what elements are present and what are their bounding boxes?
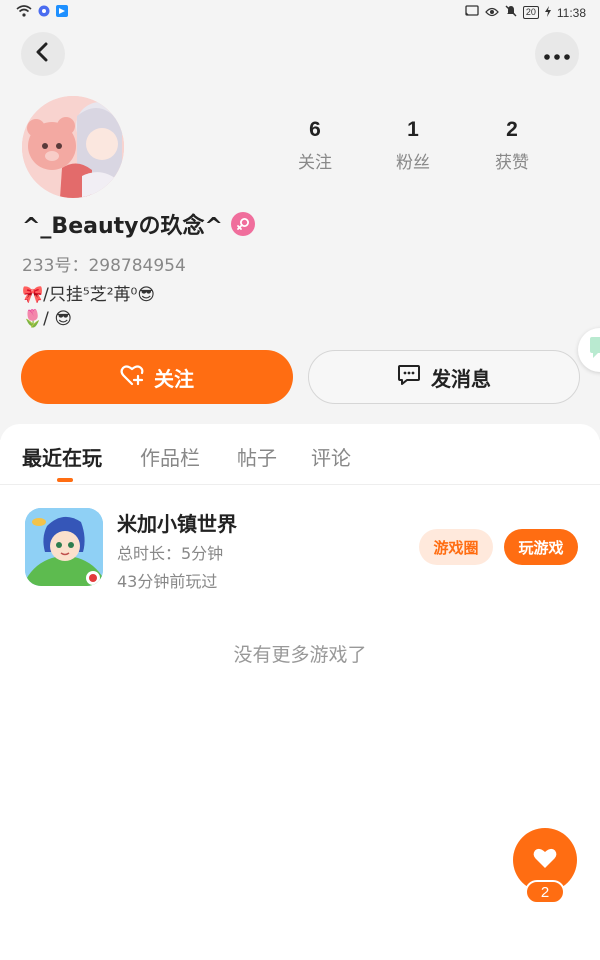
game-duration: 总时长：5分钟: [117, 544, 224, 563]
tab-works[interactable]: 作品栏: [140, 442, 200, 471]
stat-following[interactable]: 6 关注: [275, 118, 355, 173]
profile-name-row: ^_Beautyの玖念^: [22, 208, 255, 240]
female-gender-icon: [230, 212, 255, 236]
tab-bar: 最近在玩 作品栏 帖子 评论: [0, 424, 600, 485]
chat-icon: [587, 336, 600, 364]
bio-line-1: 🎀/只挂⁵芝²苒⁰😎: [22, 283, 155, 307]
follow-label: 关注: [154, 366, 194, 391]
tulip-emoji: 🌷: [22, 309, 44, 329]
tab-posts[interactable]: 帖子: [237, 442, 277, 471]
status-time: 11:38: [556, 5, 586, 20]
bio-line-2: 🌷/ 😎: [22, 307, 155, 331]
stat-fans[interactable]: 1 粉丝: [373, 118, 453, 173]
game-title[interactable]: 米加小镇世界: [117, 508, 237, 537]
content-sheet: 最近在玩 作品栏 帖子 评论 米加小镇世界 总时长：5分钟 43分钟前玩过 游戏…: [0, 424, 600, 960]
avatar[interactable]: [22, 96, 124, 198]
game-last-played: 43分钟前玩过: [117, 572, 218, 591]
heart-icon: [532, 846, 558, 874]
more-button[interactable]: [535, 32, 579, 76]
stat-following-count: 6: [309, 118, 321, 141]
wifi-icon: [16, 5, 32, 20]
no-more-games-text: 没有更多游戏了: [233, 644, 367, 666]
stat-likes-label: 获赞: [495, 153, 529, 173]
game-icon[interactable]: [25, 508, 103, 586]
cool-emoji-2: 😎: [54, 309, 73, 329]
stat-likes-count: 2: [506, 118, 518, 141]
bio-text-1: /只挂⁵芝²苒⁰: [43, 285, 138, 305]
ribbon-emoji: 🎀: [22, 285, 44, 305]
app-notification-icon-2: [56, 5, 68, 20]
bio-text-2: /: [43, 309, 49, 329]
message-button[interactable]: 发消息: [308, 350, 580, 404]
tab-comments[interactable]: 评论: [311, 442, 351, 471]
stat-fans-count: 1: [407, 118, 419, 141]
stat-following-label: 关注: [298, 153, 332, 173]
status-bar: 20 11:38: [0, 0, 600, 26]
tab-recently-played[interactable]: 最近在玩: [22, 442, 102, 471]
stat-likes[interactable]: 2 获赞: [472, 118, 552, 173]
active-tab-indicator: [57, 478, 73, 482]
profile-id: 233号：298784954: [22, 256, 186, 276]
play-game-button[interactable]: 玩游戏: [504, 529, 578, 565]
app-notification-icon: [38, 5, 50, 20]
profile-name: ^_Beautyの玖念^: [22, 214, 223, 239]
eye-icon: [484, 6, 499, 20]
charging-icon: [544, 5, 551, 20]
heart-plus-icon: [120, 364, 144, 391]
message-label: 发消息: [431, 366, 491, 391]
battery-indicator: 20: [522, 6, 539, 19]
stat-fans-label: 粉丝: [396, 153, 430, 173]
cast-icon: [465, 5, 479, 20]
chat-bubble-icon: [397, 364, 421, 391]
follow-button[interactable]: 关注: [21, 350, 293, 404]
game-circle-button[interactable]: 游戏圈: [419, 529, 493, 565]
cool-emoji: 😎: [137, 285, 156, 305]
back-arrow-icon: [35, 42, 51, 66]
profile-bio: 🎀/只挂⁵芝²苒⁰😎 🌷/ 😎: [22, 283, 155, 331]
more-dots-icon: [544, 45, 570, 64]
back-button[interactable]: [21, 32, 65, 76]
mute-icon: [505, 5, 517, 20]
like-count-badge: 2: [525, 880, 565, 904]
